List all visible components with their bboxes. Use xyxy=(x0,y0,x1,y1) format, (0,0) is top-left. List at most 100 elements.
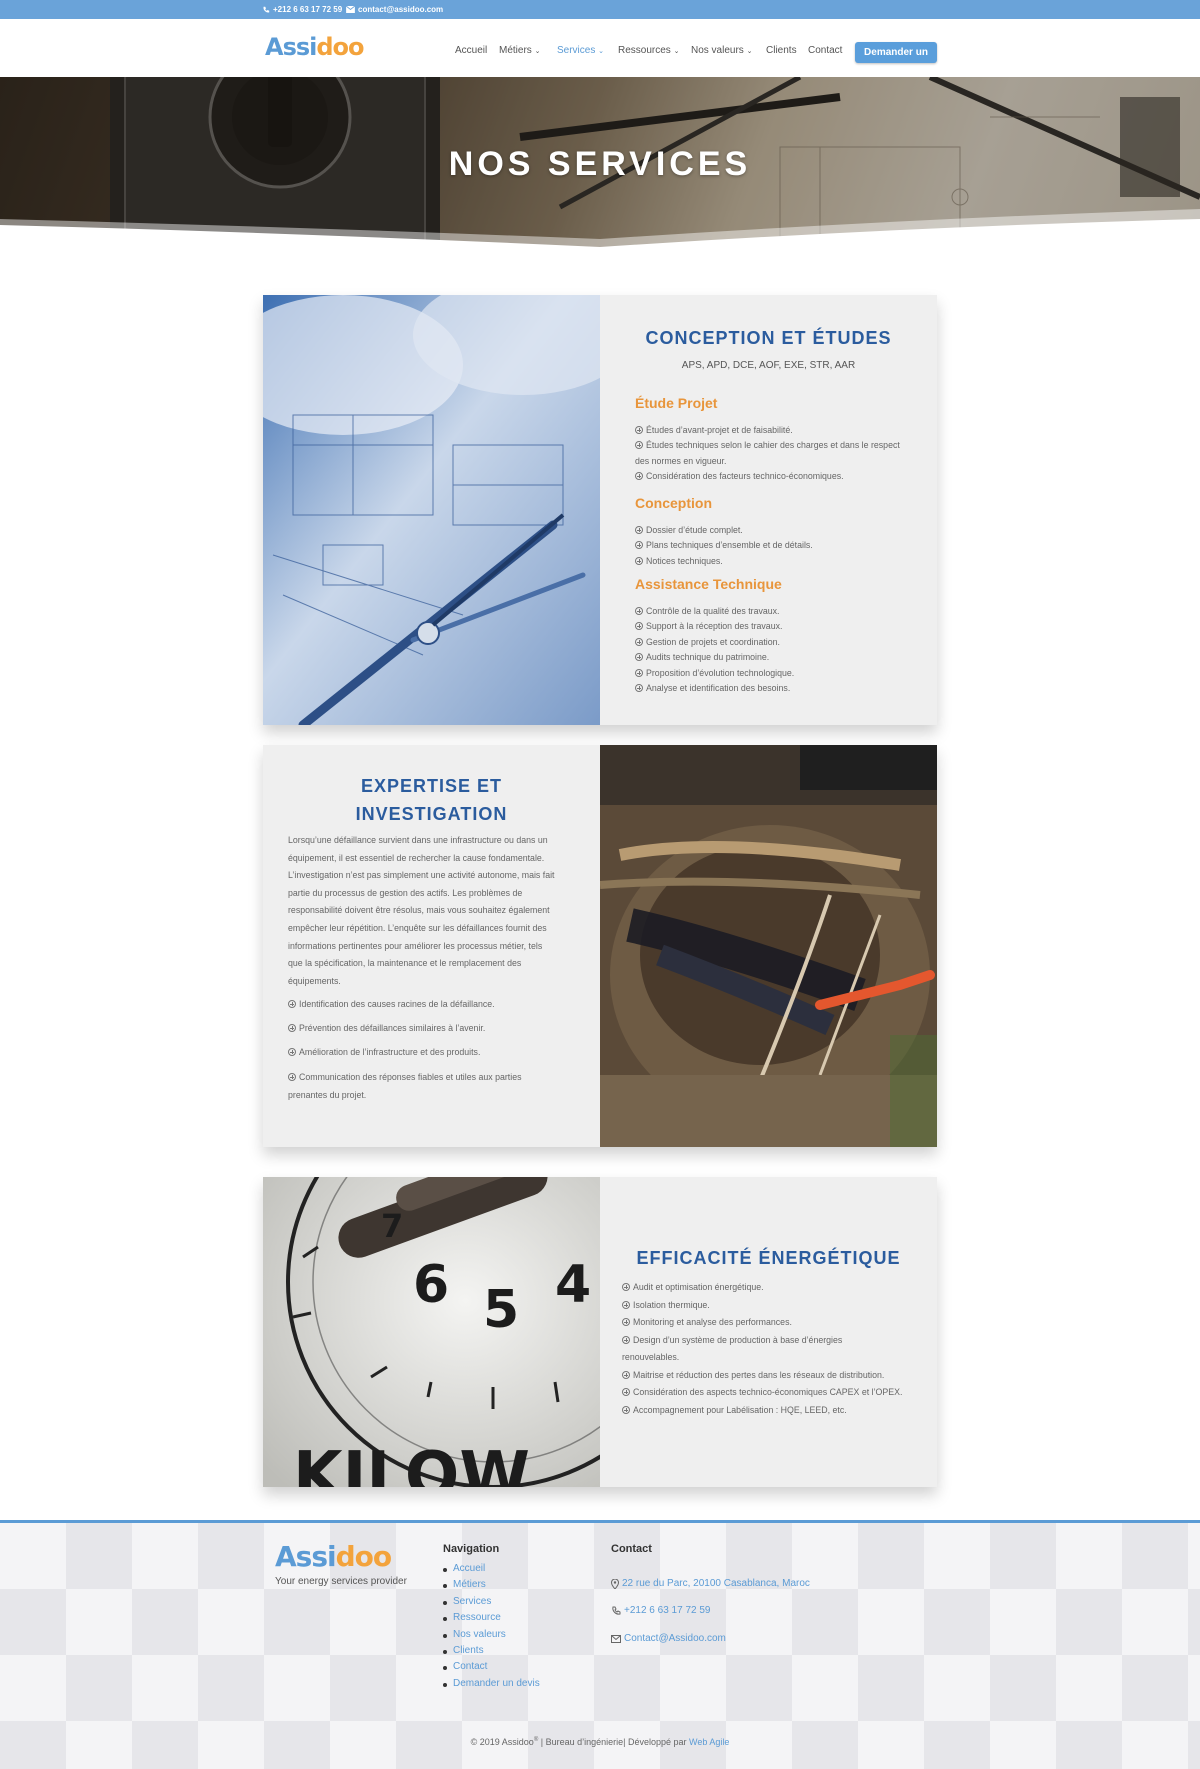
circle-plus-icon xyxy=(288,1000,296,1008)
footer-email[interactable]: Contact@Assidoo.com xyxy=(611,1633,726,1644)
circle-plus-icon xyxy=(622,1405,630,1414)
copyright-rest: | Bureau d’ingénierie| Développé par xyxy=(538,1737,690,1747)
list-item-text: Design d’un système de production à base… xyxy=(633,1334,843,1345)
efficacite-list: Audit et optimisation énergétique. Isola… xyxy=(622,1279,902,1419)
conception-subtitle: APS, APD, DCE, AOF, EXE, STR, AAR xyxy=(681,360,856,371)
list-item-text: Monitoring et analyse des performances. xyxy=(633,1317,792,1327)
footer-nav-title: Navigation xyxy=(443,1543,500,1555)
footer-copyright: © 2019 Assidoo® | Bureau d’ingénierie| D… xyxy=(0,1737,1200,1747)
energy-meter-image: 7 6 5 4 KILOW xyxy=(263,1177,600,1487)
efficacite-content: EFFICACITÉ ÉNERGÉTIQUE Audit et optimisa… xyxy=(600,1177,937,1487)
nav-item-contact[interactable]: Contact xyxy=(808,45,842,56)
phone-icon xyxy=(263,6,270,13)
topbar-email[interactable]: contact@assidoo.com xyxy=(346,5,443,14)
paragraph-line: partie du processus de gestion des actif… xyxy=(288,887,523,898)
meter-digit: 7 xyxy=(381,1207,403,1245)
nav-item-clients[interactable]: Clients xyxy=(766,45,797,56)
paragraph-line: informations pertinentes pour améliorer … xyxy=(288,940,543,951)
list-item-text: Identification des causes racines de la … xyxy=(299,999,495,1009)
developer-link[interactable]: Web Agile xyxy=(689,1737,729,1747)
footer-link-clients[interactable]: Clients xyxy=(443,1643,540,1659)
footer-address[interactable]: 22 rue du Parc, 20100 Casablanca, Maroc xyxy=(611,1578,810,1589)
main-header: Assidoo Accueil Métiers ⌄ Services ⌄ Res… xyxy=(0,19,1200,77)
hero-wave-divider xyxy=(0,209,1200,259)
circle-plus-icon xyxy=(635,637,643,646)
list-item: Maitrise et réduction des pertes dans le… xyxy=(622,1367,902,1385)
circle-plus-icon xyxy=(635,653,643,662)
paragraph-line: que la spécification, la maintenance et … xyxy=(288,958,522,969)
nav-item-nos-valeurs[interactable]: Nos valeurs ⌄ xyxy=(691,45,752,56)
footer-link-ressource[interactable]: Ressource xyxy=(443,1610,540,1626)
list-item: Communication des réponses fiables et ut… xyxy=(288,1069,588,1087)
conception-list: Dossier d’étude complet. Plans technique… xyxy=(635,523,813,569)
list-item-text: Contrôle de la qualité des travaux. xyxy=(646,606,780,616)
blueprint-image xyxy=(263,295,600,725)
list-item-text: Audits technique du patrimoine. xyxy=(646,652,770,663)
footer-link-devis[interactable]: Demander un devis xyxy=(443,1676,540,1692)
circle-plus-icon xyxy=(288,1048,296,1056)
circle-plus-icon xyxy=(622,1335,630,1344)
footer-link-contact[interactable]: Contact xyxy=(443,1659,540,1675)
circle-plus-icon xyxy=(288,1073,296,1081)
nav-item-accueil[interactable]: Accueil xyxy=(455,45,487,56)
topbar-email-text: contact@assidoo.com xyxy=(358,5,444,14)
paragraph-line: empêcher leur répétition. L’enquête sur … xyxy=(288,922,547,933)
list-item-text: Audit et optimisation énergétique. xyxy=(633,1282,764,1292)
list-item-text: Dossier d’étude complet. xyxy=(646,525,743,535)
list-item-text: Analyse et identification des besoins. xyxy=(646,683,791,694)
footer-link-metiers[interactable]: Métiers xyxy=(443,1577,540,1593)
map-pin-icon xyxy=(611,1578,619,1589)
meter-digit: 5 xyxy=(483,1280,519,1340)
nav-label: Ressources xyxy=(618,45,671,56)
footer-phone[interactable]: +212 6 63 17 72 59 xyxy=(611,1605,710,1616)
expertise-content: EXPERTISE ET INVESTIGATION Lorsqu’une dé… xyxy=(263,745,600,1147)
list-item-text: Prévention des défaillances similaires à… xyxy=(299,1023,486,1033)
circle-plus-icon xyxy=(635,684,643,693)
list-item-text: Proposition d’évolution technologique. xyxy=(646,667,795,678)
list-item: Plans techniques d’ensemble et de détail… xyxy=(635,538,813,553)
footer-logo[interactable]: Assidoo xyxy=(275,1543,392,1571)
list-item-text: des normes en vigueur. xyxy=(635,455,727,466)
list-item: Études techniques selon le cahier des ch… xyxy=(635,438,900,453)
phone-icon xyxy=(612,1606,621,1615)
nav-label: Clients xyxy=(766,45,797,56)
footer-link-services[interactable]: Services xyxy=(443,1594,540,1610)
list-item-text: Études d’avant-projet et de faisabilité. xyxy=(646,425,793,435)
list-item-text: Études techniques selon le cahier des ch… xyxy=(646,440,900,451)
excavation-image xyxy=(600,745,937,1147)
section-title-conception: Conception xyxy=(635,495,712,511)
list-item: Prévention des défaillances similaires à… xyxy=(288,1021,588,1036)
chevron-down-icon: ⌄ xyxy=(746,48,753,55)
circle-plus-icon xyxy=(635,472,643,481)
nav-item-ressources[interactable]: Ressources ⌄ xyxy=(618,45,679,56)
footer-link-nos-valeurs[interactable]: Nos valeurs xyxy=(443,1627,540,1643)
nav-item-metiers[interactable]: Métiers ⌄ xyxy=(499,45,540,56)
efficacite-title: EFFICACITÉ ÉNERGÉTIQUE xyxy=(636,1248,901,1268)
circle-plus-icon xyxy=(622,1370,630,1379)
request-quote-button[interactable]: Demander un devis xyxy=(855,42,937,79)
site-logo[interactable]: Assidoo xyxy=(265,33,365,61)
list-item: Études d’avant-projet et de faisabilité. xyxy=(635,423,900,438)
footer-nav-list: Accueil Métiers Services Ressource Nos v… xyxy=(443,1561,540,1692)
list-item: Gestion de projets et coordination. xyxy=(635,635,794,650)
list-item: Isolation thermique. xyxy=(622,1297,902,1315)
list-item-text: Isolation thermique. xyxy=(633,1299,710,1310)
footer-email-text: Contact@Assidoo.com xyxy=(624,1633,726,1644)
list-item-text: Support à la réception des travaux. xyxy=(646,621,783,632)
page-title: NOS SERVICES xyxy=(448,145,752,183)
nav-label: Contact xyxy=(808,45,843,56)
nav-label: Métiers xyxy=(499,45,532,56)
section-title-etude-projet: Étude Projet xyxy=(635,395,718,411)
list-item: Design d’un système de production à base… xyxy=(622,1332,902,1350)
nav-label: Nos valeurs xyxy=(691,45,744,56)
chevron-down-icon: ⌄ xyxy=(534,48,541,55)
logo-part-b: doo xyxy=(316,33,364,61)
list-item: Dossier d’étude complet. xyxy=(635,523,813,538)
list-item: Contrôle de la qualité des travaux. xyxy=(635,604,794,619)
topbar-phone[interactable]: +212 6 63 17 72 59 xyxy=(262,5,342,14)
section-title-assistance-technique: Assistance Technique xyxy=(635,576,782,592)
nav-item-services[interactable]: Services ⌄ xyxy=(557,45,604,56)
list-item: Identification des causes racines de la … xyxy=(288,997,588,1012)
footer-link-accueil[interactable]: Accueil xyxy=(443,1561,540,1577)
expertise-list: Identification des causes racines de la … xyxy=(288,997,588,1104)
